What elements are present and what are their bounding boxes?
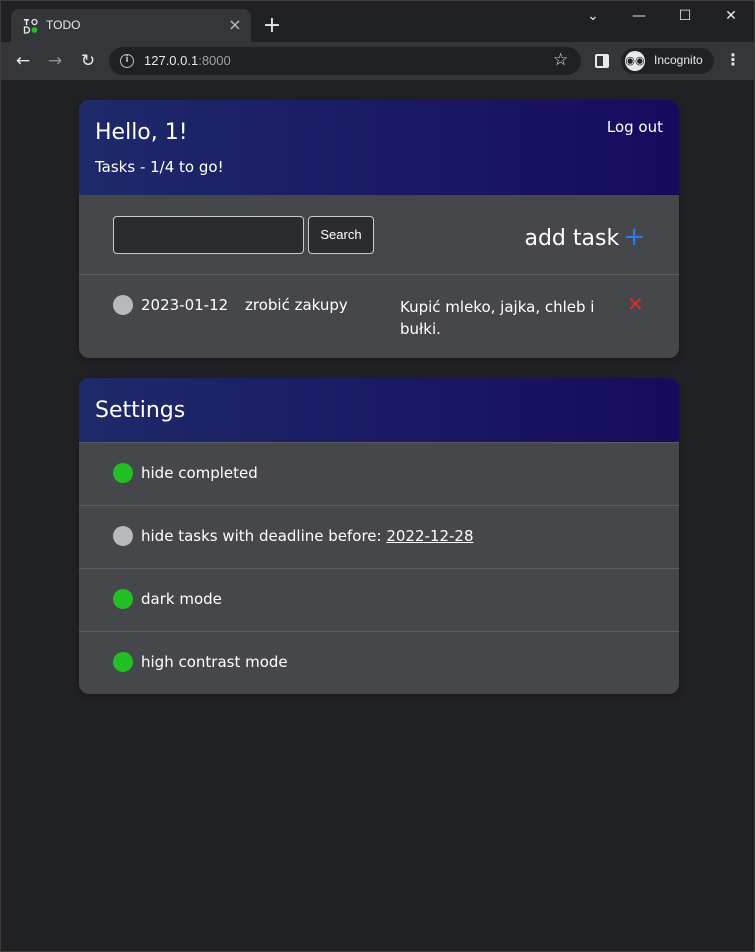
task-toolbar: Search add task + <box>79 195 679 274</box>
incognito-icon: ◉◉ <box>625 51 645 71</box>
plus-icon: + <box>623 222 645 252</box>
high-contrast-toggle[interactable] <box>113 652 133 672</box>
task-date: 2023-01-12 <box>141 296 229 314</box>
task-description: Kupić mleko, jajka, chleb i bułki. <box>400 298 595 338</box>
setting-label-text: hide tasks with deadline before: <box>141 527 387 545</box>
tasks-card: Hello, 1! Tasks - 1/4 to go! Log out Sea… <box>79 100 679 358</box>
setting-row-dark-mode: dark mode <box>79 568 679 631</box>
logout-link[interactable]: Log out <box>607 118 663 136</box>
tasks-header: Hello, 1! Tasks - 1/4 to go! Log out <box>79 100 679 195</box>
incognito-badge[interactable]: ◉◉ Incognito <box>621 48 714 74</box>
window-close-icon[interactable]: ✕ <box>719 6 743 26</box>
setting-label: high contrast mode <box>141 653 288 671</box>
browser-menu-icon[interactable]: ⋮ <box>725 50 741 69</box>
delete-task-icon[interactable]: ✕ <box>627 292 644 316</box>
browser-tab[interactable]: TODO × <box>11 9 251 43</box>
task-complete-toggle[interactable] <box>113 295 133 315</box>
settings-card: Settings hide completed hide tasks with … <box>79 378 679 694</box>
tab-title: TODO <box>46 18 81 32</box>
browser-toolbar: ← → ↻ i 127.0.0.1:8000 ☆ ◉◉ Incognito ⋮ <box>0 42 755 80</box>
greeting-title: Hello, 1! <box>95 120 188 145</box>
url-port: :8000 <box>198 53 231 68</box>
setting-label: hide completed <box>141 464 258 482</box>
url-text: 127.0.0.1:8000 <box>144 53 231 68</box>
search-button[interactable]: Search <box>308 216 374 254</box>
address-bar[interactable]: i 127.0.0.1:8000 ☆ <box>109 47 581 75</box>
tab-search-chevron-icon[interactable]: ⌄ <box>581 6 605 26</box>
search-input[interactable] <box>113 216 304 254</box>
bookmark-star-icon[interactable]: ☆ <box>553 50 568 70</box>
deadline-date-link[interactable]: 2022-12-28 <box>386 527 473 545</box>
todo-favicon-icon <box>23 18 38 34</box>
setting-label: dark mode <box>141 590 222 608</box>
tasks-count: Tasks - 1/4 to go! <box>95 158 224 176</box>
setting-row-hide-completed: hide completed <box>79 442 679 505</box>
hide-deadline-toggle[interactable] <box>113 526 133 546</box>
add-task-button[interactable]: add task + <box>524 222 645 252</box>
forward-arrow-icon[interactable]: → <box>43 49 67 73</box>
maximize-icon[interactable]: ☐ <box>673 6 697 26</box>
new-tab-button[interactable]: + <box>261 15 283 37</box>
browser-tab-strip: TODO × + ⌄ — ☐ ✕ <box>0 0 755 43</box>
task-row: 2023-01-12 zrobić zakupy Kupić mleko, ja… <box>79 274 679 358</box>
setting-row-hide-deadline: hide tasks with deadline before: 2022-12… <box>79 505 679 568</box>
hide-completed-toggle[interactable] <box>113 463 133 483</box>
site-info-icon[interactable]: i <box>120 54 134 68</box>
reload-icon[interactable]: ↻ <box>76 49 100 73</box>
tab-close-icon[interactable]: × <box>225 15 245 35</box>
settings-title: Settings <box>95 398 186 423</box>
setting-row-high-contrast: high contrast mode <box>79 631 679 694</box>
side-panel-icon[interactable] <box>595 54 609 68</box>
page-viewport: Hello, 1! Tasks - 1/4 to go! Log out Sea… <box>0 80 755 952</box>
setting-label-deadline: hide tasks with deadline before: 2022-12… <box>141 527 474 545</box>
task-title: zrobić zakupy <box>245 296 348 314</box>
incognito-label: Incognito <box>654 53 703 67</box>
settings-header: Settings <box>79 378 679 442</box>
add-task-label: add task <box>524 226 620 251</box>
dark-mode-toggle[interactable] <box>113 589 133 609</box>
minimize-icon[interactable]: — <box>627 6 651 26</box>
url-host: 127.0.0.1 <box>144 53 199 68</box>
back-arrow-icon[interactable]: ← <box>11 49 35 73</box>
